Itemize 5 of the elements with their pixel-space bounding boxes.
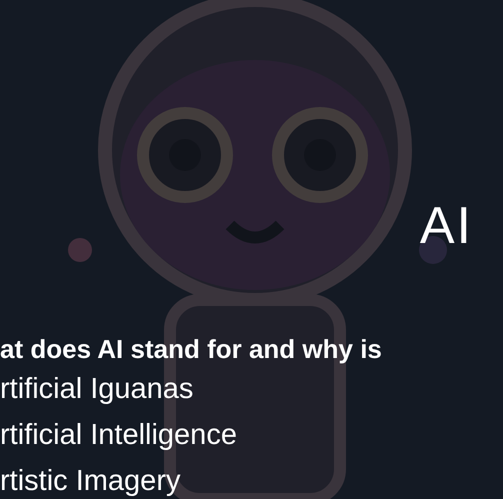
answer-option[interactable]: rtificial Iguanas — [0, 366, 503, 412]
answer-option[interactable]: rtistic Imagery — [0, 458, 503, 499]
quiz-question: at does AI stand for and why is — [0, 333, 383, 366]
answer-option[interactable]: rtificial Intelligence — [0, 412, 503, 458]
title: AI — [420, 196, 473, 256]
